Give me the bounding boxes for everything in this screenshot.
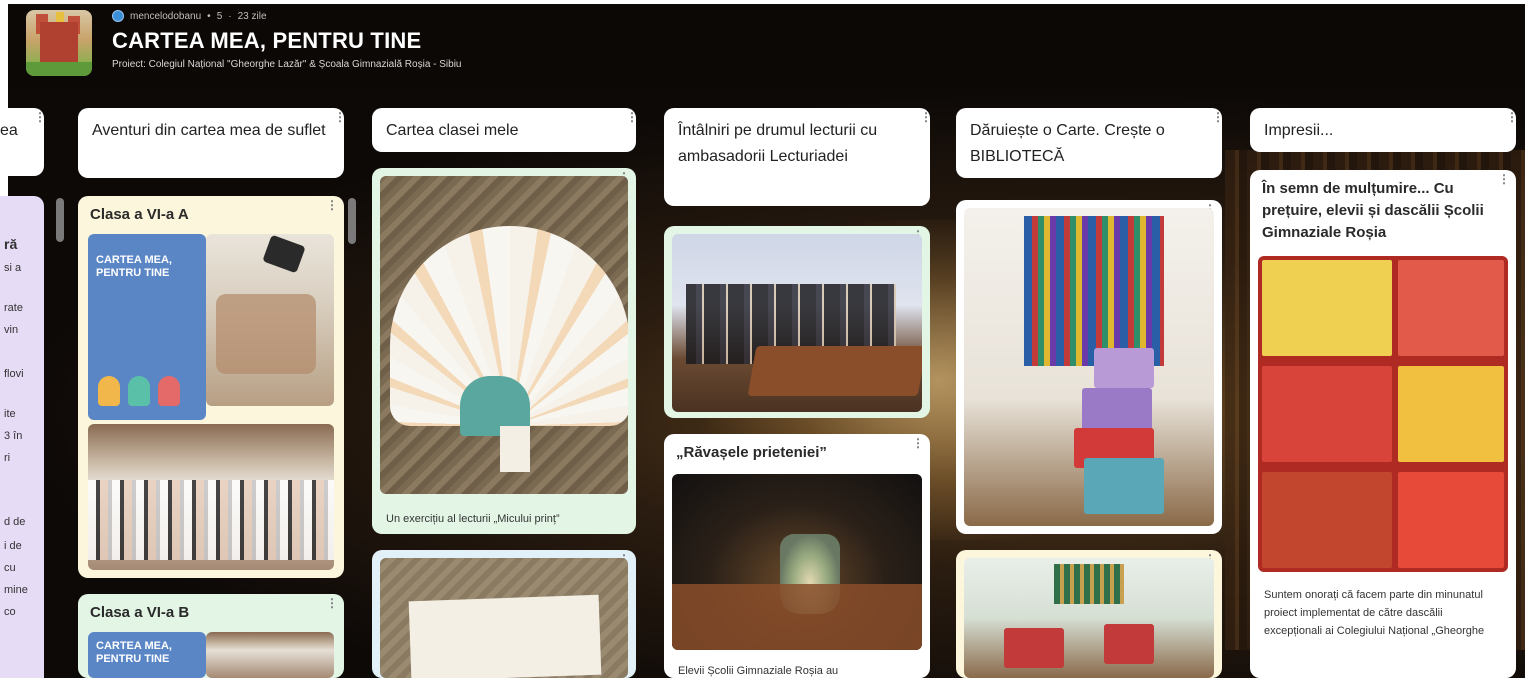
post-card-bookshelf[interactable]: ⋮ — [956, 200, 1222, 534]
column-title: Impresii... — [1264, 122, 1334, 139]
column-scrollbar[interactable] — [348, 198, 356, 244]
more-options-icon[interactable]: ⋮ — [326, 597, 338, 609]
column-title: ea — [0, 122, 18, 139]
more-options-icon[interactable]: ⋮ — [334, 111, 346, 123]
post-card-micul-print[interactable]: ⋮ Un exercițiu al lecturii „Micului prin… — [372, 168, 636, 534]
thank-you-cards-photo[interactable] — [1258, 256, 1508, 572]
column-scrollbar[interactable] — [56, 198, 64, 242]
left-partial-card[interactable]: ră si a rate vin flovi ite 3 în ri d de … — [0, 196, 44, 678]
library-photo[interactable] — [206, 632, 334, 678]
column-header-intalniri[interactable]: Întâlniri pe drumul lecturii cu ambasado… — [664, 108, 932, 206]
heart-icon[interactable]: • — [207, 11, 211, 22]
column-title: Cartea clasei mele — [386, 122, 519, 139]
library-gifts-photo[interactable] — [964, 558, 1214, 678]
post-card-meeting[interactable]: ⋮ — [664, 226, 930, 418]
post-title: În semn de mulțumire... Cu prețuire, ele… — [1262, 180, 1484, 241]
post-title: Clasa a VI-a B — [90, 604, 190, 621]
column-title: Aventuri din cartea mea de suflet — [92, 122, 326, 139]
letters-fan-photo[interactable] — [380, 176, 628, 494]
post-title: Clasa a VI-a A — [90, 206, 189, 223]
classroom-photo[interactable] — [206, 234, 334, 406]
board-meta: mencelodobanu • 5 · 23 zile — [112, 10, 267, 22]
more-options-icon[interactable]: ⋮ — [626, 111, 638, 123]
post-caption: Elevii Școlii Gimnaziale Roșia au — [678, 665, 839, 677]
board-age: 23 zile — [237, 10, 267, 22]
more-options-icon[interactable]: ⋮ — [1212, 111, 1224, 123]
post-title: „Răvașele prieteniei” — [676, 444, 827, 461]
post-card-letter[interactable]: ⋮ — [372, 550, 636, 678]
column-header-impresii[interactable]: Impresii... ⋮ — [1250, 108, 1518, 152]
post-card-library[interactable]: ⋮ — [956, 550, 1222, 678]
jar-photo[interactable] — [672, 474, 922, 650]
globe-icon — [112, 10, 124, 22]
separator: · — [228, 10, 232, 22]
post-card-clasa-6a[interactable]: Clasa a VI-a A ⋮ CARTEA MEA, PENTRU TINE — [78, 196, 344, 578]
author-name[interactable]: mencelodobanu — [130, 11, 201, 22]
more-options-icon[interactable]: ⋮ — [920, 111, 932, 123]
meeting-photo[interactable] — [672, 234, 922, 412]
post-caption: Suntem onorați că facem parte din minuna… — [1264, 589, 1485, 637]
column-title: Dăruiește o Carte. Crește o BIBLIOTECĂ — [970, 122, 1165, 165]
column-header-daruieste[interactable]: Dăruiește o Carte. Crește o BIBLIOTECĂ ⋮ — [956, 108, 1224, 178]
column-header-cartea-clasei[interactable]: Cartea clasei mele ⋮ — [372, 108, 638, 152]
more-options-icon[interactable]: ⋮ — [912, 437, 924, 449]
board-title: CARTEA MEA, PENTRU TINE — [112, 28, 422, 53]
column-header-aventuri[interactable]: Aventuri din cartea mea de suflet ⋮ — [78, 108, 346, 178]
post-card-clasa-6b[interactable]: Clasa a VI-a B ⋮ CARTEA MEA, PENTRU TINE — [78, 594, 344, 678]
board-subtitle: Proiect: Colegiul Național "Gheorghe Laz… — [112, 59, 462, 70]
library-event-photo[interactable] — [88, 424, 334, 570]
post-card-impresii[interactable]: În semn de mulțumire... Cu prețuire, ele… — [1250, 170, 1516, 678]
post-card-ravasele[interactable]: „Răvașele prieteniei” ⋮ Elevii Școlii Gi… — [664, 434, 930, 678]
post-caption: Un exercițiu al lecturii „Micului prinț” — [386, 513, 560, 525]
poster-image[interactable]: CARTEA MEA, PENTRU TINE — [88, 234, 206, 420]
more-options-icon[interactable]: ⋮ — [1506, 111, 1518, 123]
more-options-icon[interactable]: ⋮ — [326, 199, 338, 211]
poster-image[interactable]: CARTEA MEA, PENTRU TINE — [88, 632, 206, 678]
column-title: Întâlniri pe drumul lecturii cu ambasado… — [678, 122, 878, 165]
likes-count: 5 — [216, 10, 223, 22]
letter-photo[interactable] — [380, 558, 628, 678]
more-options-icon[interactable]: ⋮ — [1498, 173, 1510, 185]
bookshelf-gifts-photo[interactable] — [964, 208, 1214, 526]
column-header-partial[interactable]: ea ⋮ — [0, 108, 46, 176]
board-header: mencelodobanu • 5 · 23 zile CARTEA MEA, … — [8, 4, 1525, 90]
more-options-icon[interactable]: ⋮ — [34, 111, 46, 123]
board-logo — [26, 10, 92, 76]
